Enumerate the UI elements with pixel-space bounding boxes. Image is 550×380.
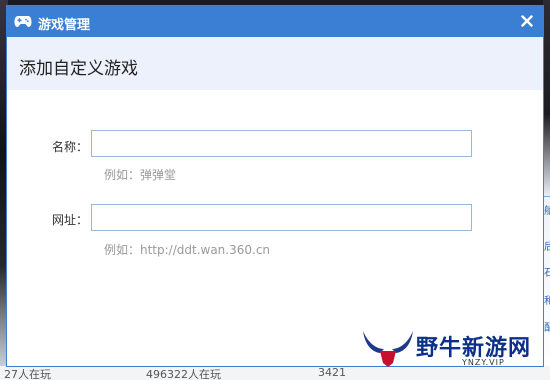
game-manager-dialog: 游戏管理 添加自定义游戏 名称： 例如：弹弹堂 网址： 例如：http://dd… — [6, 5, 544, 367]
background-player-count: 3421 — [318, 366, 346, 379]
site-watermark: 野牛新游网 YNZY.VIP — [360, 325, 536, 369]
bull-horns-icon — [363, 331, 413, 367]
name-hint: 例如：弹弹堂 — [104, 168, 177, 182]
page-title: 添加自定义游戏 — [19, 59, 138, 79]
dialog-header: 添加自定义游戏 — [7, 37, 543, 90]
url-input[interactable] — [91, 204, 472, 231]
name-input[interactable] — [91, 130, 472, 157]
background-text-fragment: 配 — [544, 323, 550, 334]
name-label: 名称： — [52, 140, 89, 154]
close-icon — [521, 15, 533, 27]
dialog-title: 游戏管理 — [38, 18, 91, 33]
close-button[interactable] — [516, 10, 538, 32]
url-hint: 例如：http://ddt.wan.360.cn — [104, 243, 271, 257]
background-player-count: 27人在玩 — [4, 368, 51, 380]
background-text-fragment: 船 — [544, 206, 550, 217]
watermark-domain: YNZY.VIP — [462, 358, 505, 367]
background-app-right-strip: 船 后 石 和 配 — [543, 0, 550, 380]
background-player-count: 496322人在玩 — [146, 368, 221, 380]
gamepad-icon — [14, 16, 32, 27]
url-label: 网址： — [52, 213, 89, 227]
dialog-titlebar[interactable]: 游戏管理 — [7, 6, 543, 37]
background-text-fragment: 和 — [544, 296, 550, 307]
background-text-fragment: 后 — [544, 242, 550, 253]
background-text-fragment: 石 — [544, 268, 550, 279]
